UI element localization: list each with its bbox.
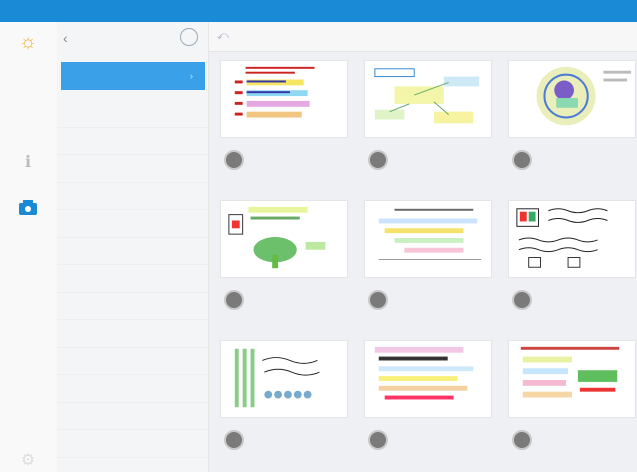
author-info xyxy=(364,288,492,316)
lesson-card[interactable] xyxy=(508,340,636,472)
author-info xyxy=(508,288,636,316)
avatar[interactable] xyxy=(512,290,532,310)
avatar[interactable] xyxy=(368,430,388,450)
sidebar-item[interactable] xyxy=(57,100,208,128)
lesson-thumbnail[interactable] xyxy=(508,340,636,418)
avatar[interactable] xyxy=(224,150,244,170)
author-info xyxy=(364,148,492,176)
sidebar-item[interactable] xyxy=(57,210,208,238)
author-info xyxy=(508,428,636,456)
app-logo-icon[interactable]: ☼ xyxy=(14,28,42,56)
sidebar-item[interactable] xyxy=(57,183,208,210)
sidebar-header: ‹ xyxy=(57,22,208,54)
lesson-card[interactable] xyxy=(508,60,636,196)
avatar[interactable] xyxy=(512,150,532,170)
info-icon[interactable]: ℹ xyxy=(17,152,39,174)
status-bar xyxy=(0,0,637,22)
sidebar-item[interactable] xyxy=(57,430,208,458)
lesson-card[interactable] xyxy=(364,60,492,196)
main-header: ⤺ xyxy=(209,22,637,52)
sidebar-selected-item[interactable]: › xyxy=(61,62,205,90)
lesson-grid xyxy=(209,52,637,472)
sidebar-toggle-icon[interactable]: ⤺ xyxy=(217,30,229,43)
sidebar-item[interactable] xyxy=(57,348,208,375)
lesson-card[interactable] xyxy=(220,60,348,196)
lesson-thumbnail[interactable] xyxy=(220,340,348,418)
sidebar-list xyxy=(57,100,208,458)
avatar[interactable] xyxy=(224,290,244,310)
lesson-thumbnail[interactable] xyxy=(364,60,492,138)
author-info xyxy=(220,428,348,456)
lesson-thumbnail[interactable] xyxy=(220,200,348,278)
author-info xyxy=(364,428,492,456)
avatar[interactable] xyxy=(368,290,388,310)
lesson-card[interactable] xyxy=(508,200,636,336)
chevron-right-icon: › xyxy=(190,71,193,81)
lesson-thumbnail[interactable] xyxy=(364,200,492,278)
sidebar: ‹ › xyxy=(57,22,209,472)
left-rail: ☼ ℹ ⚙ xyxy=(0,22,57,472)
author-info xyxy=(220,288,348,316)
sidebar-item[interactable] xyxy=(57,375,208,403)
main-panel: ⤺ xyxy=(209,22,637,472)
lesson-thumbnail[interactable] xyxy=(508,200,636,278)
sidebar-item[interactable] xyxy=(57,155,208,183)
sidebar-item[interactable] xyxy=(57,128,208,155)
lesson-card[interactable] xyxy=(220,200,348,336)
lesson-thumbnail[interactable] xyxy=(508,60,636,138)
avatar[interactable] xyxy=(368,150,388,170)
sidebar-item[interactable] xyxy=(57,320,208,348)
settings-icon[interactable]: ⚙ xyxy=(17,450,39,472)
avatar[interactable] xyxy=(512,430,532,450)
back-icon[interactable]: ‹ xyxy=(63,30,68,46)
author-info xyxy=(220,148,348,176)
sidebar-item[interactable] xyxy=(57,265,208,293)
gear-icon[interactable] xyxy=(180,28,198,46)
sidebar-item[interactable] xyxy=(57,238,208,265)
sidebar-item[interactable] xyxy=(57,403,208,430)
avatar[interactable] xyxy=(224,430,244,450)
lesson-card[interactable] xyxy=(364,340,492,472)
lesson-card[interactable] xyxy=(364,200,492,336)
lesson-thumbnail[interactable] xyxy=(220,60,348,138)
sidebar-item[interactable] xyxy=(57,293,208,320)
lesson-card[interactable] xyxy=(220,340,348,472)
lesson-thumbnail[interactable] xyxy=(364,340,492,418)
author-info xyxy=(508,148,636,176)
gallery-icon[interactable] xyxy=(17,197,39,219)
